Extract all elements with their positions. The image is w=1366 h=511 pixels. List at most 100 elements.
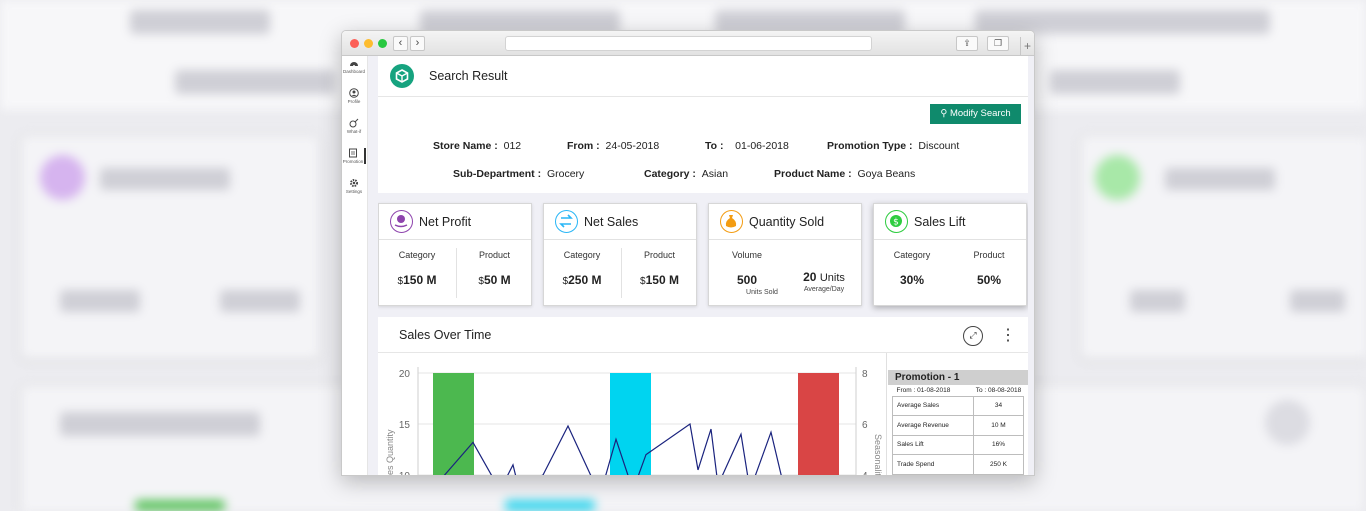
share-icon[interactable]: ⇪: [956, 36, 978, 51]
sales-over-time-panel: Sales Over Time ⤢ ⋮ 20 15 10 8 6 4 Sales Quan…: [378, 317, 1028, 476]
chart-bar: [610, 373, 651, 475]
metric-value: 50 M: [483, 273, 511, 287]
subdepartment-criterion: Sub-Department : Grocery: [453, 168, 584, 180]
category-metric: Category $250 M: [544, 240, 620, 306]
to-value: 01-06-2018: [735, 140, 789, 152]
card-title: Net Profit: [419, 215, 472, 229]
y-tick-label: 20: [399, 369, 411, 380]
category-criterion: Category : Asian: [644, 168, 728, 180]
metric-unit: Units: [819, 272, 845, 284]
metric-value: 250 M: [568, 273, 602, 287]
table-row: Average Sales 34: [892, 395, 1024, 416]
y-tick-label: 10: [399, 471, 411, 476]
to-label: To :: [705, 140, 724, 152]
net-sales-card[interactable]: Net Sales Category $250 M Product $150 M: [543, 203, 697, 306]
sidebar-item-label: Dashboard: [342, 69, 365, 74]
sales-lift-card[interactable]: $ Sales Lift Category 30% Product 50%: [873, 203, 1027, 306]
volume-metric: Volume 500 Units Sold: [709, 240, 785, 306]
metric-label: Category: [398, 250, 436, 260]
quantity-sold-card[interactable]: Quantity Sold Volume 500 Units Sold 20 U…: [708, 203, 862, 306]
chart-divider: [886, 353, 887, 475]
category-label: Category :: [644, 168, 696, 180]
dashboard-icon: [350, 62, 358, 67]
money-hand-icon: [390, 210, 413, 233]
sidebar-item-settings[interactable]: Settings: [342, 178, 366, 194]
row-value: 34: [973, 395, 1024, 416]
promotion-type-label: Promotion Type :: [827, 140, 913, 152]
search-icon: ⚲: [940, 108, 948, 119]
maximize-window-button[interactable]: [378, 39, 387, 48]
sidebar-item-profile[interactable]: Profile: [342, 88, 366, 104]
promotion-type-value: Discount: [918, 140, 960, 152]
more-options-icon[interactable]: ⋮: [1000, 325, 1016, 347]
category-value: Asian: [701, 168, 729, 180]
chart-header: Sales Over Time ⤢ ⋮: [378, 317, 1028, 353]
chart-bar: [798, 373, 839, 475]
row-value: 250 K: [973, 454, 1024, 475]
sidebar-item-dashboard[interactable]: Dashboard: [342, 58, 366, 74]
sidebar-item-label: Profile: [347, 99, 361, 104]
promotion-to: To : 08-08-2018: [973, 385, 1024, 397]
row-label: Average Revenue: [892, 415, 974, 436]
chart-title: Sales Over Time: [399, 328, 492, 342]
back-icon[interactable]: ‹: [393, 36, 408, 51]
sidebar-item-what-if[interactable]: What-if: [342, 118, 366, 134]
promotion-from: From : 01-08-2018: [892, 385, 974, 397]
browser-window: ‹ › ⇪ ❐ + Dashboard Profile What-if Prom…: [341, 30, 1035, 476]
product-metric: Product $150 M: [621, 248, 697, 298]
product-criterion: Product Name : Goya Beans: [774, 168, 915, 180]
y2-tick-label: 6: [862, 420, 868, 431]
main-content: Search Result ⚲ Modify Search Store Name…: [378, 56, 1028, 476]
sidebar-item-label: Promotion: [342, 159, 364, 164]
card-header: $ Sales Lift: [874, 204, 1026, 240]
row-value: 10 M: [973, 415, 1024, 436]
card-header: Net Sales: [544, 204, 696, 240]
y2-tick-label: 4: [862, 471, 868, 476]
promotion-type-criterion: Promotion Type : Discount: [827, 140, 959, 152]
metric-value: 30%: [899, 273, 925, 287]
table-row: Sales Lift 16%: [892, 434, 1024, 455]
sidebar-item-label: Settings: [345, 189, 363, 194]
category-metric: Category 30%: [874, 240, 950, 306]
sidebar-item-promotion[interactable]: Promotion: [342, 148, 366, 164]
metric-label: Volume: [731, 250, 763, 260]
settings-icon: [350, 179, 358, 187]
close-window-button[interactable]: [350, 39, 359, 48]
row-label: Sales Lift: [892, 434, 974, 455]
money-bag-icon: [720, 210, 743, 233]
svg-text:$: $: [893, 218, 899, 228]
search-result-header: Search Result: [378, 56, 1028, 97]
profile-icon: [349, 88, 359, 98]
expand-icon[interactable]: ⤢: [963, 326, 983, 346]
dollar-coin-icon: $: [885, 210, 908, 233]
category-metric: Category $150 M: [379, 240, 455, 306]
promotion-table: From : 01-08-2018 To : 08-08-2018 Averag…: [892, 385, 1024, 475]
metric-sublabel: Units Sold: [746, 289, 778, 296]
promotion-title: Promotion - 1: [888, 370, 1028, 385]
product-label: Product Name :: [774, 168, 852, 180]
browser-titlebar: ‹ › ⇪ ❐ +: [342, 31, 1034, 56]
new-tab-icon[interactable]: +: [1020, 37, 1034, 55]
store-criterion: Store Name : 012: [433, 140, 521, 152]
metric-sublabel: Average/Day: [803, 286, 845, 293]
exchange-arrows-icon: [555, 210, 578, 233]
side-navigation: Dashboard Profile What-if Promotion Sett…: [342, 56, 368, 475]
product-value: Goya Beans: [857, 168, 916, 180]
card-title: Quantity Sold: [749, 215, 825, 229]
metric-label: Category: [563, 250, 601, 260]
url-bar[interactable]: [505, 36, 872, 51]
minimize-window-button[interactable]: [364, 39, 373, 48]
subdepartment-label: Sub-Department :: [453, 168, 542, 180]
y2-tick-label: 8: [862, 369, 868, 380]
metric-label: Product: [643, 250, 676, 260]
app-body: Dashboard Profile What-if Promotion Sett…: [342, 56, 1034, 476]
promotion-summary: Promotion - 1 From : 01-08-2018 To : 08-…: [888, 370, 1028, 475]
net-profit-card[interactable]: Net Profit Category $150 M Product $50 M: [378, 203, 532, 306]
from-criterion: From : 24-05-2018: [567, 140, 659, 152]
tabs-icon[interactable]: ❐: [987, 36, 1009, 51]
subdepartment-value: Grocery: [546, 168, 585, 180]
to-criterion: To : 01-06-2018: [705, 140, 789, 152]
modify-search-button[interactable]: ⚲ Modify Search: [930, 104, 1021, 124]
metric-label: Category: [893, 250, 931, 260]
forward-icon[interactable]: ›: [410, 36, 425, 51]
